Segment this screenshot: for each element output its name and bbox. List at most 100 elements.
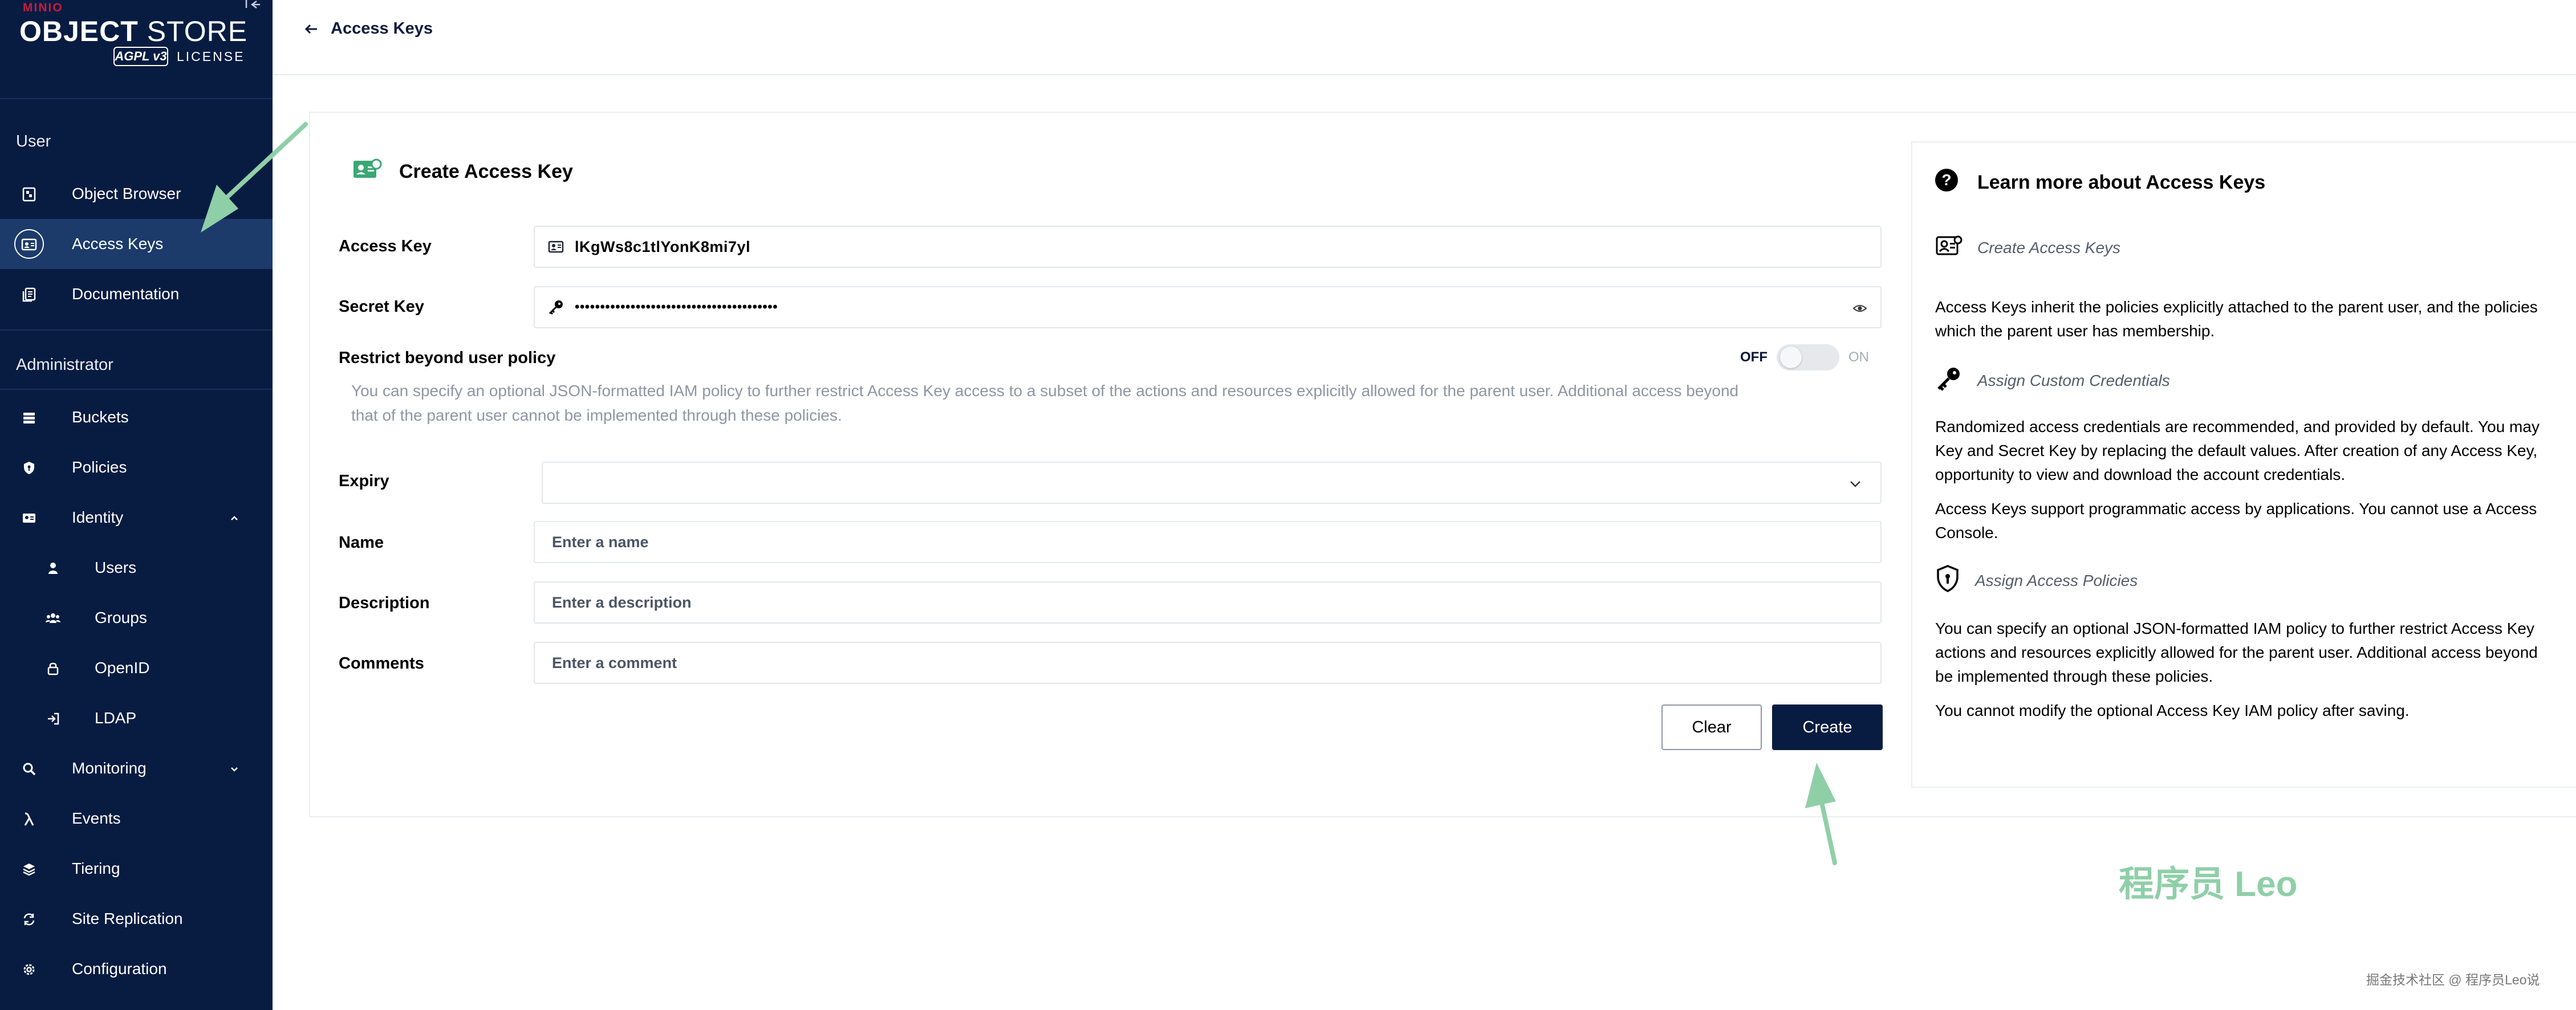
help-heading-policies: Assign Access Policies [1935, 564, 2138, 597]
question-icon: ? [1934, 168, 1959, 198]
help-paragraph: You cannot modify the optional Access Ke… [1935, 702, 2410, 719]
help-panel: ? Learn more about Access Keys Create Ac… [1911, 141, 2576, 788]
restrict-policy-description: You can specify an optional JSON-formatt… [351, 382, 1739, 400]
sidebar-item-buckets[interactable]: Buckets [0, 392, 273, 442]
access-key-card-icon [1935, 234, 1963, 262]
chevron-down-icon [1847, 477, 1863, 491]
sidebar-item-identity[interactable]: Identity [0, 492, 273, 543]
sidebar: MINIO OBJECT STORE AGPL v3 LICENSE User … [0, 0, 273, 1010]
help-paragraph: Access Keys inherit the policies explici… [1935, 298, 2538, 340]
collapse-sidebar-icon[interactable] [244, 0, 261, 10]
sidebar-item-access-keys[interactable]: Access Keys [0, 219, 273, 269]
comments-input[interactable]: Enter a comment [552, 654, 677, 672]
sidebar-item-openid[interactable]: OpenID [0, 643, 273, 693]
form-title: Create Access Key [352, 158, 573, 185]
help-paragraph: Randomized access credentials are recomm… [1935, 418, 2540, 483]
expiry-select[interactable] [542, 462, 1882, 504]
logo-brand: MINIO [23, 1, 63, 14]
sidebar-item-documentation[interactable]: Documentation [0, 269, 273, 319]
comments-label: Comments [339, 654, 424, 673]
key-icon [1935, 365, 1963, 396]
sidebar-item-groups[interactable]: Groups [0, 593, 273, 643]
form-title-text: Create Access Key [399, 161, 573, 182]
secret-key-field[interactable]: •••••••••••••••••••••••••••••••••••••••• [534, 286, 1882, 328]
user-icon [43, 559, 63, 578]
sidebar-item-site-replication[interactable]: Site Replication [0, 894, 273, 944]
help-heading-text: Create Access Keys [1977, 238, 2121, 256]
access-key-label: Access Key [339, 237, 432, 255]
sidebar-divider [0, 389, 273, 390]
lambda-icon [19, 809, 39, 829]
access-key-card-icon [352, 158, 382, 185]
back-label: Access Keys [331, 19, 433, 38]
comments-field[interactable]: Enter a comment [534, 642, 1882, 684]
sidebar-item-tiering[interactable]: Tiering [0, 844, 273, 894]
sidebar-item-label: Configuration [72, 960, 167, 978]
sidebar-item-label: Tiering [72, 860, 120, 877]
search-icon [19, 759, 39, 779]
toggle-switch[interactable] [1777, 344, 1839, 370]
name-label: Name [339, 533, 384, 552]
create-button[interactable]: Create [1772, 704, 1883, 750]
buckets-icon [19, 408, 39, 427]
restrict-policy-label: Restrict beyond user policy [339, 349, 556, 367]
name-field[interactable]: Enter a name [534, 521, 1882, 563]
chevron-down-icon [227, 761, 242, 776]
section-user: User [16, 132, 51, 150]
toggle-off-label: OFF [1740, 349, 1768, 365]
back-to-access-keys-link[interactable]: Access Keys [304, 18, 433, 39]
sidebar-item-users[interactable]: Users [0, 543, 273, 593]
description-input[interactable]: Enter a description [552, 594, 692, 612]
sidebar-item-label: Object Browser [72, 185, 181, 202]
sidebar-item-label: LDAP [95, 709, 137, 727]
footer-note: 掘金技术社区 @ 程序员Leo说 [2366, 972, 2540, 987]
sidebar-item-label: OpenID [95, 659, 150, 677]
eye-icon[interactable] [1852, 301, 1868, 316]
logo-product: OBJECT STORE [19, 15, 248, 47]
sidebar-item-label: Policies [72, 458, 127, 476]
sidebar-item-label: Events [72, 809, 121, 827]
help-paragraph: You can specify an optional JSON-formatt… [1935, 620, 2538, 685]
key-icon [547, 299, 566, 317]
sidebar-item-ldap[interactable]: LDAP [0, 693, 273, 743]
page-header: Access Keys [273, 0, 2576, 75]
sidebar-item-label: Monitoring [72, 759, 147, 777]
help-heading-credentials: Assign Custom Credentials [1935, 365, 2170, 396]
sidebar-item-label: Documentation [72, 285, 180, 303]
sidebar-item-label: Groups [95, 609, 147, 626]
description-field[interactable]: Enter a description [534, 581, 1882, 624]
sidebar-item-object-browser[interactable]: Object Browser [0, 169, 273, 219]
agpl-badge: AGPL v3 [113, 47, 168, 66]
restrict-policy-toggle[interactable]: OFF ON [1740, 344, 1869, 370]
sidebar-item-configuration[interactable]: Configuration [0, 944, 273, 994]
sidebar-item-label: Users [95, 559, 137, 576]
help-heading-text: Assign Access Policies [1975, 571, 2138, 589]
help-title-text: Learn more about Access Keys [1977, 172, 2266, 193]
access-key-field[interactable]: lKgWs8c1tlYonK8mi7yl [534, 226, 1882, 268]
secret-key-label: Secret Key [339, 298, 424, 316]
shield-icon [19, 458, 39, 478]
sidebar-divider [0, 98, 273, 99]
sidebar-item-events[interactable]: Events [0, 793, 273, 844]
restrict-policy-description-line2: that of the parent user cannot be implem… [351, 406, 842, 424]
sync-icon [19, 910, 39, 929]
chevron-up-icon [227, 511, 242, 526]
help-heading-text: Assign Custom Credentials [1977, 371, 2170, 389]
expiry-label: Expiry [339, 472, 389, 490]
svg-text:?: ? [1941, 171, 1951, 189]
description-label: Description [339, 594, 430, 612]
toggle-knob [1780, 347, 1802, 368]
arrow-left-icon [304, 18, 318, 39]
identity-icon [19, 508, 39, 528]
lock-icon [43, 659, 63, 678]
sidebar-item-monitoring[interactable]: Monitoring [0, 743, 273, 793]
minio-logo[interactable]: MINIO OBJECT STORE AGPL v3 LICENSE [19, 0, 259, 68]
clear-button[interactable]: Clear [1661, 704, 1762, 750]
name-input[interactable]: Enter a name [552, 533, 649, 551]
login-icon [43, 709, 63, 728]
shield-icon [1935, 564, 1960, 597]
section-administrator: Administrator [16, 356, 113, 374]
sidebar-item-policies[interactable]: Policies [0, 442, 273, 492]
help-title: ? Learn more about Access Keys [1934, 168, 2265, 198]
access-key-card-icon [547, 238, 566, 256]
